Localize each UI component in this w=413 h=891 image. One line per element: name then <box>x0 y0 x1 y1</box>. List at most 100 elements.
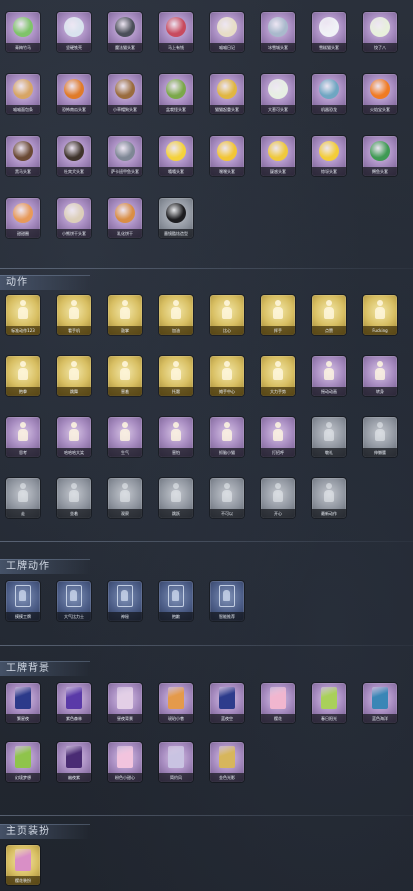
item-tile[interactable]: 黑马头套 <box>6 136 40 176</box>
item-tile[interactable]: 大气比力士 <box>57 581 91 621</box>
item-tile[interactable]: 转身 <box>363 356 397 396</box>
item-tile[interactable]: 比心 <box>210 295 244 335</box>
item-label: 琥珀小巷 <box>159 714 193 723</box>
item-tile[interactable]: 恐怖南瓜头套 <box>57 74 91 114</box>
item-tile[interactable]: 跳跃 <box>159 478 193 518</box>
item-thumbnail <box>114 482 136 504</box>
item-tile[interactable]: 小草帽狗头套 <box>108 74 142 114</box>
item-tile[interactable]: 樱花装扮 <box>6 845 40 885</box>
item-tile[interactable]: 魔法猫头套 <box>108 12 142 52</box>
item-tile[interactable]: 繁星夜 <box>6 683 40 723</box>
item-tile[interactable]: 看手机 <box>57 295 91 335</box>
item-tile[interactable]: 害怕 <box>159 417 193 457</box>
item-tile[interactable]: 雪糕猫头套 <box>312 12 346 52</box>
item-tile[interactable]: 大葱可头套 <box>261 74 295 114</box>
item-tile[interactable]: 喵喵日记 <box>210 12 244 52</box>
item-tile[interactable]: 疑惑头套 <box>261 136 295 176</box>
item-tile[interactable]: 抱歉 <box>159 581 193 621</box>
item-tile[interactable]: 跳舞 <box>57 356 91 396</box>
section-title-homepage-decor: 主页装扮 <box>6 826 50 837</box>
item-tile[interactable]: 嘻嘻头套 <box>159 136 193 176</box>
item-tile[interactable]: 观察 <box>108 478 142 518</box>
item-thumbnail <box>216 360 238 382</box>
item-tile[interactable]: 走 <box>6 478 40 518</box>
item-tile[interactable]: 青梅竹马 <box>6 12 40 52</box>
item-label: 杜宾犬头套 <box>57 167 91 176</box>
item-tile[interactable]: 墨镜酷炫造型 <box>159 198 193 238</box>
background-swatch-icon <box>15 849 31 871</box>
item-tile[interactable]: 粉色小甜心 <box>108 742 142 782</box>
item-tile[interactable]: 加油 <box>159 295 193 335</box>
item-tile[interactable]: 喵喵面包条 <box>6 74 40 114</box>
item-tile[interactable]: 最新动作 <box>312 478 346 518</box>
pose-figure-icon <box>169 361 183 381</box>
item-tile[interactable]: 金色光影 <box>210 742 244 782</box>
item-tile[interactable]: 大力手势 <box>261 356 295 396</box>
item-label: 甜甜圈 <box>6 229 40 238</box>
item-tile[interactable]: 乳化饼干 <box>108 198 142 238</box>
item-tile[interactable]: 幽夜紫 <box>57 742 91 782</box>
item-tile[interactable]: 简约风 <box>159 742 193 782</box>
item-tile[interactable]: 小熊饼干头套 <box>57 198 91 238</box>
item-tile[interactable]: 神秘 <box>108 581 142 621</box>
item-tile[interactable]: 猫猫起重头套 <box>210 74 244 114</box>
item-tile[interactable]: 嘿嘿头套 <box>210 136 244 176</box>
item-tile[interactable]: 火焰宝头套 <box>363 74 397 114</box>
item-tile[interactable]: 坐着 <box>57 478 91 518</box>
item-tile[interactable]: 饺了八 <box>363 12 397 52</box>
item-tile[interactable]: 坚硬铁壳 <box>57 12 91 52</box>
item-tile[interactable]: 抱拳 <box>6 356 40 396</box>
item-tile[interactable]: 标准动作123 <box>6 295 40 335</box>
item-tile[interactable]: 摇动动画 <box>312 356 346 396</box>
divider <box>0 268 413 269</box>
item-tile[interactable]: 马上有钱 <box>159 12 193 52</box>
item-tile[interactable]: 冰雪城头套 <box>261 12 295 52</box>
head-icon <box>13 141 33 161</box>
item-label: 转身 <box>363 387 397 396</box>
item-thumbnail <box>267 421 289 443</box>
item-tile[interactable]: 开心 <box>261 478 295 518</box>
item-tile[interactable]: 不可以 <box>210 478 244 518</box>
item-tile[interactable]: 春日阳光 <box>312 683 346 723</box>
item-tile[interactable]: 鳄鱼头套 <box>363 136 397 176</box>
item-thumbnail <box>12 482 34 504</box>
item-tile[interactable]: 蓝色海洋 <box>363 683 397 723</box>
pose-figure-icon <box>220 422 234 442</box>
item-tile[interactable]: 托腮 <box>159 356 193 396</box>
item-label: 嘻嘻头套 <box>159 167 193 176</box>
item-tile[interactable]: 萨卡班甲鱼头套 <box>108 136 142 176</box>
item-tile[interactable]: 幻境梦想 <box>6 742 40 782</box>
item-tile[interactable]: 思考 <box>6 417 40 457</box>
item-tile[interactable]: 琥珀小巷 <box>159 683 193 723</box>
item-tile[interactable]: 敬礼 <box>312 417 346 457</box>
item-tile[interactable]: 蓝夜空 <box>210 683 244 723</box>
item-tile[interactable]: 抓脑小猫 <box>210 417 244 457</box>
item-tile[interactable]: 摊手中心 <box>210 356 244 396</box>
item-tile[interactable]: 挥手 <box>261 295 295 335</box>
item-tile[interactable]: 昼夜背景 <box>108 683 142 723</box>
item-tile[interactable]: 智能推荐 <box>210 581 244 621</box>
item-tile[interactable]: 樱花 <box>261 683 295 723</box>
item-thumbnail <box>318 421 340 443</box>
item-label: 蓝色海洋 <box>363 714 397 723</box>
item-tile[interactable]: 生气 <box>108 417 142 457</box>
item-tile[interactable]: 哈哈哈大笑 <box>57 417 91 457</box>
section-header: 主页装扮 <box>0 824 90 839</box>
item-tile[interactable]: 害羞 <box>108 356 142 396</box>
item-tile[interactable]: 摸摸工牌 <box>6 581 40 621</box>
item-tile[interactable]: 打招呼 <box>261 417 295 457</box>
item-tile[interactable]: 盆栽怪头套 <box>159 74 193 114</box>
item-tile[interactable]: 紫色森林 <box>57 683 91 723</box>
head-icon <box>319 79 339 99</box>
item-tile[interactable]: 点赞 <box>312 295 346 335</box>
item-tile[interactable]: 杜宾犬头套 <box>57 136 91 176</box>
item-thumbnail <box>12 687 34 709</box>
item-tile[interactable]: Fucking <box>363 295 397 335</box>
item-tile[interactable]: 伸懒腰 <box>363 417 397 457</box>
head-icon <box>370 141 390 161</box>
item-tile[interactable]: 鼓掌 <box>108 295 142 335</box>
item-tile[interactable]: 惊讶头套 <box>312 136 346 176</box>
divider <box>0 645 413 646</box>
item-tile[interactable]: 机器恐龙 <box>312 74 346 114</box>
item-tile[interactable]: 甜甜圈 <box>6 198 40 238</box>
